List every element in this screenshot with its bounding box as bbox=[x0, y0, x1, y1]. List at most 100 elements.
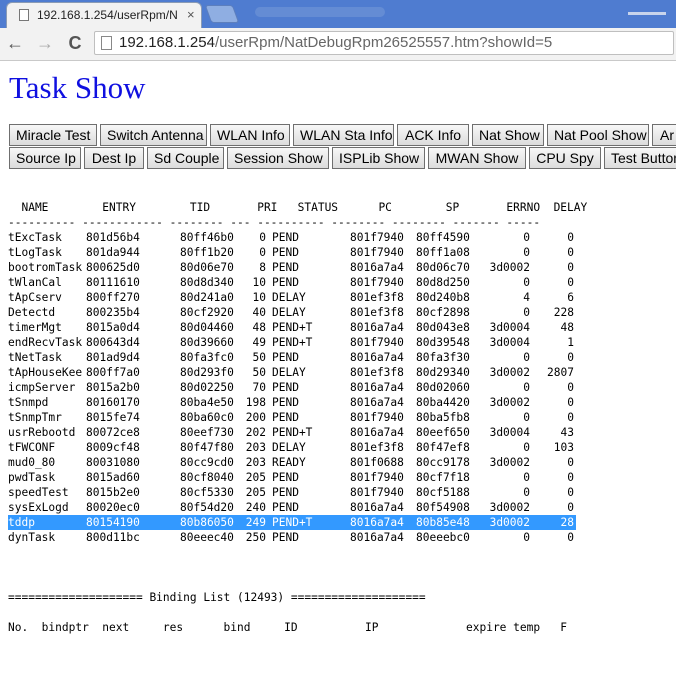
r2-cpu-spy-button[interactable]: CPU Spy bbox=[529, 147, 601, 169]
task-status-cell: PEND bbox=[272, 246, 299, 259]
task-pc-cell: 801f0688 bbox=[350, 456, 404, 469]
task-sp-cell: 80ff1a08 bbox=[416, 246, 470, 259]
url-text[interactable]: 192.168.1.254/userRpm/NatDebugRpm2652555… bbox=[119, 34, 552, 51]
task-sp-cell: 80f47ef8 bbox=[416, 441, 470, 454]
task-delay-cell: 0 bbox=[567, 531, 574, 544]
task-sp-cell: 80ff4590 bbox=[416, 231, 470, 244]
task-sp-cell: 80d29340 bbox=[416, 366, 470, 379]
task-tid-cell: 80d04460 bbox=[180, 321, 234, 334]
task-status-cell: PEND+T bbox=[272, 321, 313, 334]
task-entry-cell: 80072ce8 bbox=[86, 426, 140, 439]
task-delay-cell: 0 bbox=[567, 246, 574, 259]
r2-session-show-button[interactable]: Session Show bbox=[227, 147, 329, 169]
task-pc-cell: 8016a7a4 bbox=[350, 396, 404, 409]
task-table-separator: ---------- ------------ -------- --- ---… bbox=[8, 216, 541, 229]
r2-isplib-show-button[interactable]: ISPLib Show bbox=[332, 147, 425, 169]
task-delay-cell: 0 bbox=[567, 381, 574, 394]
task-tid-cell: 80cf5330 bbox=[180, 486, 234, 499]
task-delay-cell: 0 bbox=[567, 231, 574, 244]
task-errno-cell: 3d0004 bbox=[489, 426, 530, 439]
task-entry-cell: 80160170 bbox=[86, 396, 140, 409]
task-tid-cell: 80ba60c0 bbox=[180, 411, 234, 424]
task-name-cell: tExcTask bbox=[8, 231, 62, 244]
task-tid-cell: 80d293f0 bbox=[180, 366, 234, 379]
r1-ack-info-button[interactable]: ACK Info bbox=[397, 124, 469, 146]
task-tid-cell: 80cf2920 bbox=[180, 306, 234, 319]
task-status-cell: PEND bbox=[272, 501, 299, 514]
task-name-cell: tApHouseKee bbox=[8, 366, 83, 379]
task-pri-cell: 240 bbox=[245, 501, 266, 514]
task-tid-cell: 80eef730 bbox=[180, 426, 234, 439]
address-bar[interactable]: 192.168.1.254/userRpm/NatDebugRpm2652555… bbox=[94, 31, 674, 55]
task-entry-cell: 80020ec0 bbox=[86, 501, 140, 514]
task-pri-cell: 0 bbox=[259, 246, 266, 259]
task-errno-cell: 0 bbox=[523, 276, 530, 289]
browser-tab[interactable]: 192.168.1.254/userRpm/N × bbox=[6, 2, 202, 28]
task-pri-cell: 250 bbox=[245, 531, 266, 544]
tab-close-icon[interactable]: × bbox=[187, 7, 195, 22]
task-entry-cell: 800d11bc bbox=[86, 531, 140, 544]
task-name-cell: bootromTask bbox=[8, 261, 83, 274]
task-errno-cell: 3d0002 bbox=[489, 456, 530, 469]
task-sp-cell: 80cf5188 bbox=[416, 486, 470, 499]
task-name-cell: sysExLogd bbox=[8, 501, 69, 514]
task-sp-cell: 80ba4420 bbox=[416, 396, 470, 409]
r2-sd-couple-button[interactable]: Sd Couple bbox=[147, 147, 224, 169]
task-delay-cell: 1 bbox=[567, 336, 574, 349]
r1-wlan-info-button[interactable]: WLAN Info bbox=[210, 124, 290, 146]
task-tid-cell: 80b86050 bbox=[180, 516, 234, 529]
task-pri-cell: 200 bbox=[245, 411, 266, 424]
task-errno-cell: 0 bbox=[523, 486, 530, 499]
task-status-cell: PEND+T bbox=[272, 516, 313, 529]
task-name-cell: tNetTask bbox=[8, 351, 62, 364]
r1-ar-button[interactable]: Ar bbox=[652, 124, 676, 146]
task-entry-cell: 8015ad60 bbox=[86, 471, 140, 484]
task-sp-cell: 80d06c70 bbox=[416, 261, 470, 274]
r2-source-ip-button[interactable]: Source Ip bbox=[9, 147, 81, 169]
r1-switch-antenna-button[interactable]: Switch Antenna bbox=[100, 124, 207, 146]
new-tab-button[interactable] bbox=[204, 5, 240, 23]
r1-nat-show-button[interactable]: Nat Show bbox=[472, 124, 544, 146]
task-pri-cell: 50 bbox=[252, 366, 266, 379]
r2-dest-ip-button[interactable]: Dest Ip bbox=[84, 147, 144, 169]
forward-arrow-icon[interactable]: → bbox=[34, 32, 56, 54]
r2-mwan-show-button[interactable]: MWAN Show bbox=[428, 147, 526, 169]
task-tid-cell: 80cf8040 bbox=[180, 471, 234, 484]
task-tid-cell: 80ff1b20 bbox=[180, 246, 234, 259]
back-arrow-icon[interactable]: ← bbox=[4, 32, 26, 54]
task-pc-cell: 8016a7a4 bbox=[350, 351, 404, 364]
task-errno-cell: 0 bbox=[523, 351, 530, 364]
r1-nat-pool-show-button[interactable]: Nat Pool Show bbox=[547, 124, 649, 146]
tab-title: 192.168.1.254/userRpm/N bbox=[37, 8, 177, 22]
task-table-columns: NAME ENTRY TID PRI STATUS PC SP ERRNO DE… bbox=[8, 201, 588, 214]
r2-test-button-button[interactable]: Test Button bbox=[604, 147, 676, 169]
task-tid-cell: 80d241a0 bbox=[180, 291, 234, 304]
window-minimize-icon[interactable] bbox=[628, 12, 666, 15]
reload-icon[interactable]: C bbox=[64, 32, 86, 54]
task-errno-cell: 3d0002 bbox=[489, 516, 530, 529]
task-pri-cell: 202 bbox=[245, 426, 266, 439]
task-status-cell: DELAY bbox=[272, 291, 306, 304]
blurred-tab-area bbox=[255, 7, 385, 17]
task-entry-cell: 8009cf48 bbox=[86, 441, 140, 454]
task-name-cell: tSnmpd bbox=[8, 396, 49, 409]
task-status-cell: PEND+T bbox=[272, 426, 313, 439]
task-status-cell: PEND bbox=[272, 381, 299, 394]
task-pri-cell: 0 bbox=[259, 231, 266, 244]
task-name-cell: pwdTask bbox=[8, 471, 56, 484]
task-status-cell: DELAY bbox=[272, 366, 306, 379]
r1-wlan-sta-info-button[interactable]: WLAN Sta Info bbox=[293, 124, 394, 146]
task-entry-cell: 8015b2e0 bbox=[86, 486, 140, 499]
url-host: 192.168.1.254 bbox=[119, 34, 215, 51]
r1-miracle-test-button[interactable]: Miracle Test bbox=[9, 124, 97, 146]
task-delay-cell: 0 bbox=[567, 486, 574, 499]
task-tid-cell: 80d8d340 bbox=[180, 276, 234, 289]
task-errno-cell: 3d0004 bbox=[489, 336, 530, 349]
task-pc-cell: 8016a7a4 bbox=[350, 531, 404, 544]
task-pri-cell: 249 bbox=[245, 516, 266, 529]
task-tid-cell: 80ba4e50 bbox=[180, 396, 234, 409]
task-name-cell: tLogTask bbox=[8, 246, 62, 259]
task-pri-cell: 10 bbox=[252, 291, 266, 304]
task-tid-cell: 80fa3fc0 bbox=[180, 351, 234, 364]
task-name-cell: Detectd bbox=[8, 306, 56, 319]
